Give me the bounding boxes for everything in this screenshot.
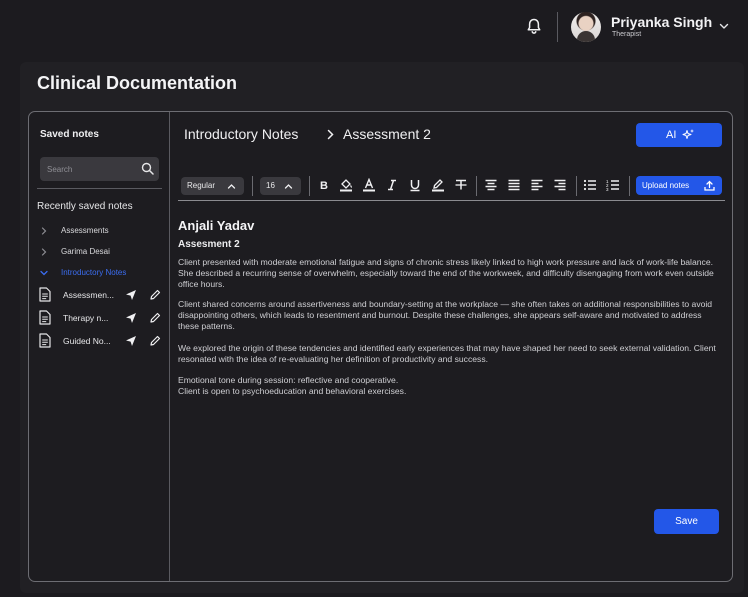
note-label: Assessmen...	[63, 290, 115, 300]
edit-icon[interactable]	[149, 335, 161, 347]
upload-notes-label: Upload notes	[642, 181, 690, 190]
search-input[interactable]	[47, 161, 137, 177]
chevron-right-icon	[41, 227, 47, 235]
note-title: Assesment 2	[178, 239, 240, 250]
breadcrumb-folder[interactable]: Introductory Notes	[184, 126, 298, 142]
bold-icon[interactable]: B	[317, 178, 331, 192]
search-icon[interactable]	[141, 162, 154, 175]
fill-color-icon[interactable]	[339, 178, 353, 192]
note-paragraph[interactable]: Client presented with moderate emotional…	[178, 257, 723, 290]
sidebar-divider	[37, 188, 162, 189]
folder-label: Assessments	[61, 226, 109, 235]
search-box	[40, 157, 159, 181]
ai-button[interactable]: AI	[636, 123, 722, 147]
italic-icon[interactable]	[385, 178, 399, 192]
chevron-up-icon	[284, 184, 293, 189]
chevron-down-icon	[40, 270, 48, 276]
chevron-up-icon	[227, 184, 236, 189]
note-label: Therapy n...	[63, 313, 109, 323]
breadcrumb-note: Assessment 2	[343, 126, 431, 142]
font-style-value: Regular	[187, 181, 216, 190]
toolbar-separator	[629, 176, 630, 196]
toolbar-separator	[252, 176, 253, 196]
toolbar-separator	[576, 176, 577, 196]
font-style-select[interactable]: Regular	[181, 177, 244, 195]
document-icon	[39, 310, 51, 325]
save-button[interactable]: Save	[654, 509, 719, 534]
edit-icon[interactable]	[149, 312, 161, 324]
toolbar-divider	[178, 200, 725, 201]
document-icon	[39, 287, 51, 302]
folder-introductory-notes[interactable]: Introductory Notes	[37, 265, 167, 281]
upload-notes-button[interactable]: Upload notes	[636, 176, 722, 195]
note-paragraph[interactable]: Client shared concerns around assertiven…	[178, 299, 723, 332]
bell-icon[interactable]	[525, 17, 543, 35]
strikethrough-icon[interactable]	[454, 178, 468, 192]
send-icon[interactable]	[125, 335, 137, 347]
header-divider	[557, 12, 558, 42]
folder-garima-desai[interactable]: Garima Desai	[37, 244, 167, 260]
font-size-select[interactable]: 16	[260, 177, 301, 195]
note-item[interactable]: Assessmen...	[37, 286, 165, 304]
upload-icon	[704, 180, 715, 191]
user-name: Priyanka Singh	[611, 14, 713, 30]
ai-button-label: AI	[666, 129, 677, 141]
text-color-icon[interactable]	[362, 178, 376, 192]
chevron-right-icon	[327, 129, 334, 140]
numbered-list-icon[interactable]: 123	[606, 178, 620, 192]
toolbar-separator	[476, 176, 477, 196]
sparkle-icon	[682, 129, 694, 139]
align-justify-icon[interactable]	[507, 178, 521, 192]
highlight-icon[interactable]	[431, 178, 445, 192]
page-title: Clinical Documentation	[37, 73, 238, 93]
align-center-icon[interactable]	[484, 178, 498, 192]
align-left-icon[interactable]	[530, 178, 544, 192]
avatar[interactable]	[571, 12, 601, 42]
note-label: Guided No...	[63, 336, 111, 346]
toolbar-separator	[309, 176, 310, 196]
recent-notes-title: Recently saved notes	[37, 201, 133, 212]
folder-label: Garima Desai	[61, 247, 110, 256]
send-icon[interactable]	[125, 289, 137, 301]
align-right-icon[interactable]	[553, 178, 567, 192]
note-item[interactable]: Guided No...	[37, 332, 165, 350]
folder-label: Introductory Notes	[61, 268, 127, 277]
chevron-down-icon[interactable]	[718, 20, 730, 32]
saved-notes-title: Saved notes	[40, 129, 99, 140]
folder-assessments[interactable]: Assessments	[37, 223, 167, 239]
svg-text:B: B	[320, 180, 328, 192]
client-name: Anjali Yadav	[178, 218, 255, 233]
chevron-right-icon	[41, 248, 47, 256]
note-paragraph[interactable]: We explored the origin of these tendenci…	[178, 343, 723, 365]
document-icon	[39, 333, 51, 348]
note-item[interactable]: Therapy n...	[37, 309, 165, 327]
svg-text:3: 3	[606, 187, 609, 192]
user-role: Therapist	[612, 31, 642, 38]
note-paragraph[interactable]: Emotional tone during session: reflectiv…	[178, 375, 723, 386]
underline-icon[interactable]	[408, 178, 422, 192]
send-icon[interactable]	[125, 312, 137, 324]
font-size-value: 16	[266, 181, 275, 190]
note-paragraph[interactable]: Client is open to psychoeducation and be…	[178, 386, 723, 397]
edit-icon[interactable]	[149, 289, 161, 301]
bulleted-list-icon[interactable]	[583, 178, 597, 192]
